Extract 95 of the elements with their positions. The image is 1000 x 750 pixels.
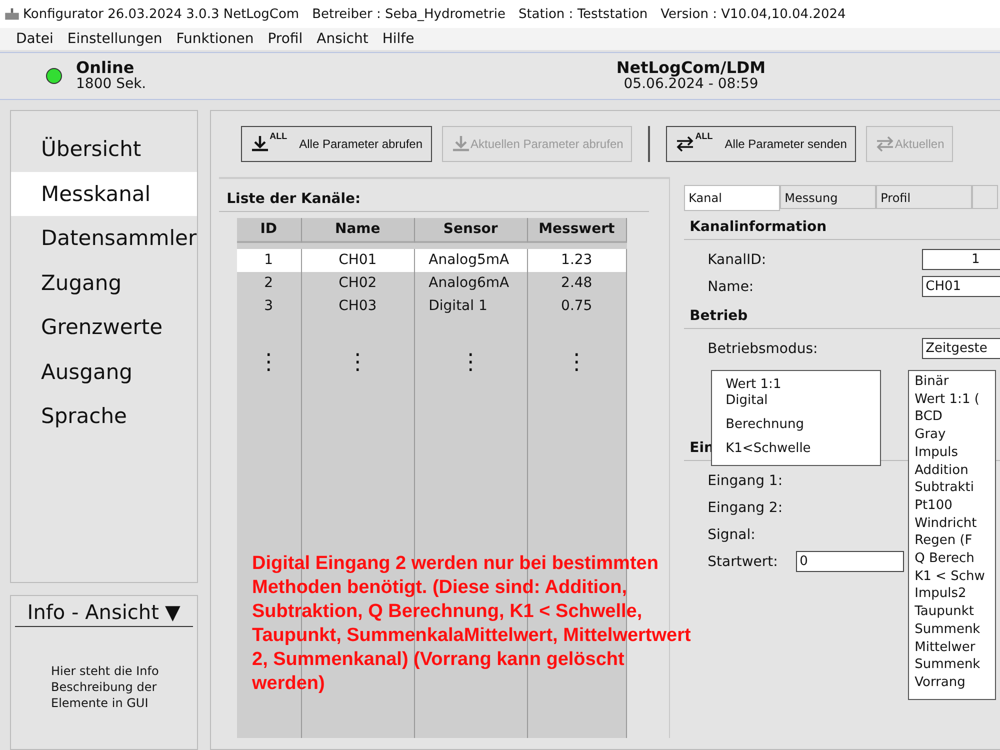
toolbar-button[interactable]: $^{ALL}$ Alle Parameter senden xyxy=(666,126,856,162)
menu-item[interactable]: Einstellungen xyxy=(67,31,162,47)
field-label: Eingang 2: xyxy=(706,500,784,516)
dropdown-option[interactable]: Binär xyxy=(914,373,995,391)
dropdown-option[interactable]: Subtrakti xyxy=(914,479,995,497)
field-label: Eingang 1: xyxy=(706,472,784,488)
sidebar-item[interactable]: Grenzwerte xyxy=(11,305,197,350)
field-label: Signal: xyxy=(706,526,756,542)
table-cell: 2 xyxy=(236,272,302,295)
table-cell: CH02 xyxy=(302,272,415,295)
menu-item[interactable]: Ansicht xyxy=(316,31,368,47)
info-title: Info - Ansicht xyxy=(27,600,159,624)
tab[interactable]: Profil xyxy=(876,185,972,209)
table-cell: 2.48 xyxy=(528,272,627,295)
sidebar-item[interactable]: Übersicht xyxy=(11,127,197,172)
station-label: Station : Teststation xyxy=(518,6,648,22)
dropdown-option[interactable]: BCD xyxy=(914,408,995,426)
more-rows-mark: ⋮ xyxy=(236,318,302,408)
more-rows-mark: ⋮ xyxy=(528,318,627,408)
sidebar-item[interactable]: Ausgang xyxy=(11,350,197,394)
menu-item[interactable]: Berechnung xyxy=(712,417,880,433)
window-title: Konfigurator 26.03.2024 3.0.3 NetLogCom xyxy=(23,6,300,22)
dropdown-option[interactable]: Wert 1:1 ( xyxy=(914,390,995,408)
field-label: KanalID: xyxy=(706,252,768,268)
dropdown-option[interactable]: Summenk xyxy=(914,620,995,639)
table-row[interactable]: 2 CH02 Analog6mA 2.48 xyxy=(236,272,627,295)
dropdown-option[interactable]: Q Berech xyxy=(914,550,995,568)
tab[interactable]: Kanal xyxy=(684,185,780,211)
interval-label: 1800 Sek. xyxy=(76,76,146,93)
menu-item[interactable]: Datei xyxy=(16,31,54,47)
dropdown-option[interactable]: Addition xyxy=(914,462,995,480)
section-title: Betrieb xyxy=(684,300,1000,329)
caret-icon[interactable]: ▼ xyxy=(164,600,180,624)
status-label: Online xyxy=(76,59,136,76)
mode-dropdown[interactable]: Zeitgeste xyxy=(922,338,1000,359)
more-rows-mark: ⋮ xyxy=(414,318,528,408)
datetime-label: 05.06.2024 - 08:59 xyxy=(624,76,758,93)
table-cell: CH01 xyxy=(302,249,415,272)
dropdown-option[interactable]: Regen (F xyxy=(914,532,995,550)
annotation-note: Digital Eingang 2 werden nur bei bestimmten Methoden benötigt. (Diese sind: Addition, Subtraktion, Q Berechnung, K1 < Schwelle, Taupunkt, SummenkalaMittelwert, Mittelwertwert 2, Summenkanal) (Vorrang kann gelöscht werden) xyxy=(252,552,692,696)
sync-icon xyxy=(675,134,696,154)
sidebar-item[interactable]: Datensammler xyxy=(11,216,197,260)
column-header: Messwert xyxy=(528,218,627,243)
table-cell: Analog6mA xyxy=(414,272,528,295)
input-field[interactable]: CH01 xyxy=(922,276,1000,297)
section-title: Liste der Kanäle: xyxy=(218,179,649,212)
tab[interactable]: Messung xyxy=(780,185,876,209)
table-cell: 3 xyxy=(236,295,302,318)
operator-label: Betreiber : Seba_Hydrometrie xyxy=(312,6,506,22)
field-label: Betriebsmodus: xyxy=(706,340,819,356)
info-text: Hier steht die Info Beschreibung der Elemente in GUI xyxy=(51,663,160,711)
version-label: Version : V10.04,10.04.2024 xyxy=(660,6,846,22)
device-label: NetLogCom/LDM xyxy=(616,59,766,76)
table-cell: 0.75 xyxy=(528,295,627,318)
menu-item[interactable]: Hilfe xyxy=(382,31,414,47)
dropdown-option[interactable]: Impuls2 xyxy=(914,585,995,604)
section-title: Kanalinformation xyxy=(684,211,1000,240)
dropdown-option[interactable]: Mittelwer xyxy=(914,638,995,656)
dropdown-option[interactable]: Impuls xyxy=(914,444,995,462)
column-header: Sensor xyxy=(414,218,528,243)
menu-item[interactable]: Digital xyxy=(712,393,880,409)
more-rows-mark: ⋮ xyxy=(302,318,415,408)
menu-item[interactable]: Profil xyxy=(268,31,303,47)
sidebar-item[interactable]: Zugang xyxy=(11,260,197,305)
sidebar-item[interactable]: Sprache xyxy=(11,394,197,438)
sidebar-item[interactable]: Messkanal xyxy=(11,172,197,216)
sync-icon xyxy=(874,134,895,154)
column-header: ID xyxy=(236,218,302,243)
table-row[interactable]: 3 CH03 Digital 1 0.75 xyxy=(236,295,627,318)
input-field[interactable]: 1 xyxy=(922,249,1000,270)
input-field[interactable]: 0 xyxy=(796,551,904,572)
table-cell: 1 xyxy=(236,249,302,272)
dropdown-option[interactable]: Pt100 xyxy=(914,496,995,515)
dropdown-option[interactable]: Summenk xyxy=(914,656,995,674)
dropdown-option[interactable]: Windricht xyxy=(914,514,995,532)
table-cell: Analog5mA xyxy=(414,249,528,272)
menu-item[interactable]: K1<Schwelle xyxy=(712,441,880,457)
download-icon xyxy=(450,134,471,154)
column-header: Name xyxy=(302,218,415,243)
menu-item[interactable]: Wert 1:1 xyxy=(712,377,880,393)
table-row[interactable]: 1 CH01 Analog5mA 1.23 xyxy=(236,249,627,272)
table-cell: Digital 1 xyxy=(414,295,528,318)
field-label: Name: xyxy=(706,278,755,294)
dropdown-option[interactable]: K1 < Schw xyxy=(914,568,995,586)
table-cell: 1.23 xyxy=(528,249,627,272)
menu-item[interactable]: Funktionen xyxy=(176,31,254,47)
download-icon xyxy=(250,134,270,154)
table-cell: CH03 xyxy=(302,295,415,318)
dropdown-option[interactable]: Taupunkt xyxy=(914,603,995,621)
dropdown-option[interactable]: Vorrang xyxy=(914,674,995,692)
app-icon xyxy=(4,7,20,21)
cut-off-tab[interactable] xyxy=(972,185,998,209)
toolbar-button[interactable]: $^{ALL}$ Alle Parameter abrufen xyxy=(240,126,432,162)
dropdown-option[interactable]: Gray xyxy=(914,426,995,444)
field-label: Startwert: xyxy=(706,554,779,570)
